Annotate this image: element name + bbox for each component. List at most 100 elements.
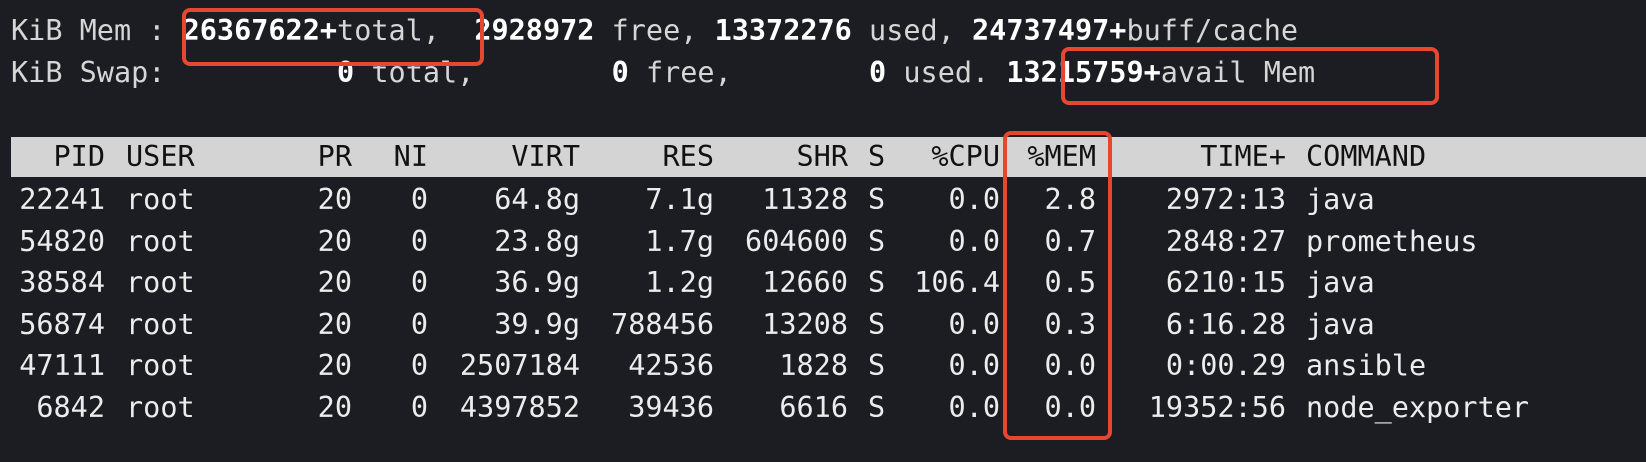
cell-ni: 0	[410, 349, 428, 382]
cell-cpu: 0.0	[948, 183, 1000, 216]
cell-time: 2848:27	[1165, 224, 1286, 258]
cell-time: 2972:13	[1165, 183, 1286, 216]
header-shr[interactable]: SHR	[720, 137, 848, 177]
cell-s: S	[868, 349, 886, 382]
swap-free-value: 0	[611, 56, 629, 89]
mem-buff-label: buff/cache	[1126, 14, 1299, 47]
cell-s: S	[868, 307, 886, 341]
cell-shr: 11328	[762, 183, 848, 216]
mem-total-label: total,	[337, 14, 440, 47]
cell-time: 6:16.28	[1165, 307, 1286, 341]
cell-pr: 20	[317, 224, 352, 258]
cell-res: 39436	[628, 390, 714, 424]
mem-summary-line: KiB Mem : 26367622+total, 2928972 free, …	[11, 10, 1298, 52]
cell-res: 788456	[611, 307, 714, 341]
cell-command: prometheus	[1306, 224, 1478, 258]
cell-cpu: 0.0	[948, 224, 1000, 258]
mem-total-value: 26367622+	[182, 14, 338, 47]
header-time[interactable]: TIME+	[1120, 137, 1286, 177]
header-mem[interactable]: %MEM	[1010, 137, 1096, 177]
cell-cpu: 0.0	[948, 349, 1000, 382]
cell-ni: 0	[410, 307, 428, 341]
cell-res: 7.1g	[645, 183, 714, 216]
swap-used-value: 0	[869, 56, 887, 89]
header-res[interactable]: RES	[596, 137, 714, 177]
swap-total-label: total,	[371, 56, 475, 89]
cell-pr: 20	[317, 183, 352, 216]
cell-time: 19352:56	[1148, 390, 1286, 424]
cell-cpu: 106.4	[914, 266, 1000, 299]
cell-command: java	[1306, 307, 1375, 341]
cell-virt: 23.8g	[494, 224, 580, 258]
cell-pr: 20	[317, 349, 352, 382]
table-row[interactable]: 47111 root 20 0 2507184 42536 1828 S 0.0 0.0 0:00.…	[0, 345, 1646, 387]
mem-free-label: free,	[611, 14, 698, 47]
cell-user: root	[126, 349, 195, 382]
cell-s: S	[868, 183, 886, 216]
cell-shr: 13208	[762, 307, 848, 341]
cell-res: 42536	[628, 349, 714, 382]
cell-ni: 0	[410, 266, 428, 299]
header-user[interactable]: USER	[126, 137, 246, 177]
cell-pid: 56874	[19, 307, 105, 341]
header-virt[interactable]: VIRT	[440, 137, 580, 177]
swap-free-label: free,	[645, 56, 732, 89]
cell-pid: 22241	[19, 183, 105, 216]
cell-shr: 12660	[762, 266, 848, 299]
cell-pr: 20	[317, 307, 352, 341]
header-cpu[interactable]: %CPU	[896, 137, 1000, 177]
cell-res: 1.2g	[645, 266, 714, 299]
header-s[interactable]: S	[868, 137, 892, 177]
cell-pid: 38584	[19, 266, 105, 299]
table-row[interactable]: 22241 root 20 0 64.8g 7.1g 11328 S 0.0 2.8 2972:13…	[0, 179, 1646, 221]
mem-label: KiB Mem :	[11, 14, 166, 47]
cell-pr: 20	[317, 266, 352, 299]
cell-ni: 0	[410, 224, 428, 258]
cell-user: root	[126, 307, 195, 341]
table-row[interactable]: 54820 root 20 0 23.8g 1.7g 604600 S 0.0 0.7 2848:2…	[0, 221, 1646, 263]
cell-mem: 0.0	[1044, 390, 1096, 424]
cell-pid: 47111	[19, 349, 105, 382]
header-pid[interactable]: PID	[11, 137, 105, 177]
cell-virt: 64.8g	[494, 183, 580, 216]
cell-virt: 36.9g	[494, 266, 580, 299]
cell-res: 1.7g	[645, 224, 714, 258]
cell-user: root	[126, 390, 195, 424]
cell-shr: 1828	[779, 349, 848, 382]
mem-used-value: 13372276	[714, 14, 852, 47]
cell-shr: 604600	[745, 224, 848, 258]
cell-mem: 0.5	[1044, 266, 1096, 299]
table-row[interactable]: 38584 root 20 0 36.9g 1.2g 12660 S 106.4 0.5 6210:…	[0, 262, 1646, 304]
mem-free-value: 2928972	[474, 14, 595, 47]
terminal-window: KiB Mem : 26367622+total, 2928972 free, …	[0, 0, 1646, 462]
avail-mem-value: 13215759+	[1006, 56, 1161, 89]
mem-buff-value: 24737497+	[972, 14, 1127, 47]
cell-virt: 4397852	[459, 390, 580, 424]
swap-summary-line: KiB Swap: 0 total, 0 free, 0 used. 13215…	[11, 52, 1315, 94]
table-row[interactable]: 56874 root 20 0 39.9g 788456 13208 S 0.0 0.3 6:16.…	[0, 304, 1646, 346]
header-pr[interactable]: PR	[300, 137, 352, 177]
cell-pid: 6842	[36, 390, 105, 424]
cell-command: ansible	[1306, 349, 1427, 382]
cell-time: 6210:15	[1165, 266, 1286, 299]
swap-total-value: 0	[337, 56, 355, 89]
header-ni[interactable]: NI	[370, 137, 428, 177]
cell-mem: 0.3	[1044, 307, 1096, 341]
cell-virt: 39.9g	[494, 307, 580, 341]
cell-mem: 0.7	[1044, 224, 1096, 258]
cell-ni: 0	[410, 183, 428, 216]
cell-mem: 2.8	[1044, 183, 1096, 216]
cell-s: S	[868, 224, 886, 258]
process-table-header: PID USER PR NI VIRT RES SHR S %CPU %MEM …	[0, 137, 1646, 177]
header-command[interactable]: COMMAND	[1306, 137, 1546, 177]
cell-pid: 54820	[19, 224, 105, 258]
cell-cpu: 0.0	[948, 307, 1000, 341]
cell-virt: 2507184	[459, 349, 580, 382]
cell-s: S	[868, 266, 886, 299]
cell-user: root	[126, 183, 195, 216]
swap-used-label: used.	[903, 56, 990, 89]
cell-mem: 0.0	[1044, 349, 1096, 382]
cell-time: 0:00.29	[1165, 349, 1286, 382]
table-row[interactable]: 6842 root 20 0 4397852 39436 6616 S 0.0 0.0 19352:…	[0, 387, 1646, 429]
cell-cpu: 0.0	[948, 390, 1000, 424]
